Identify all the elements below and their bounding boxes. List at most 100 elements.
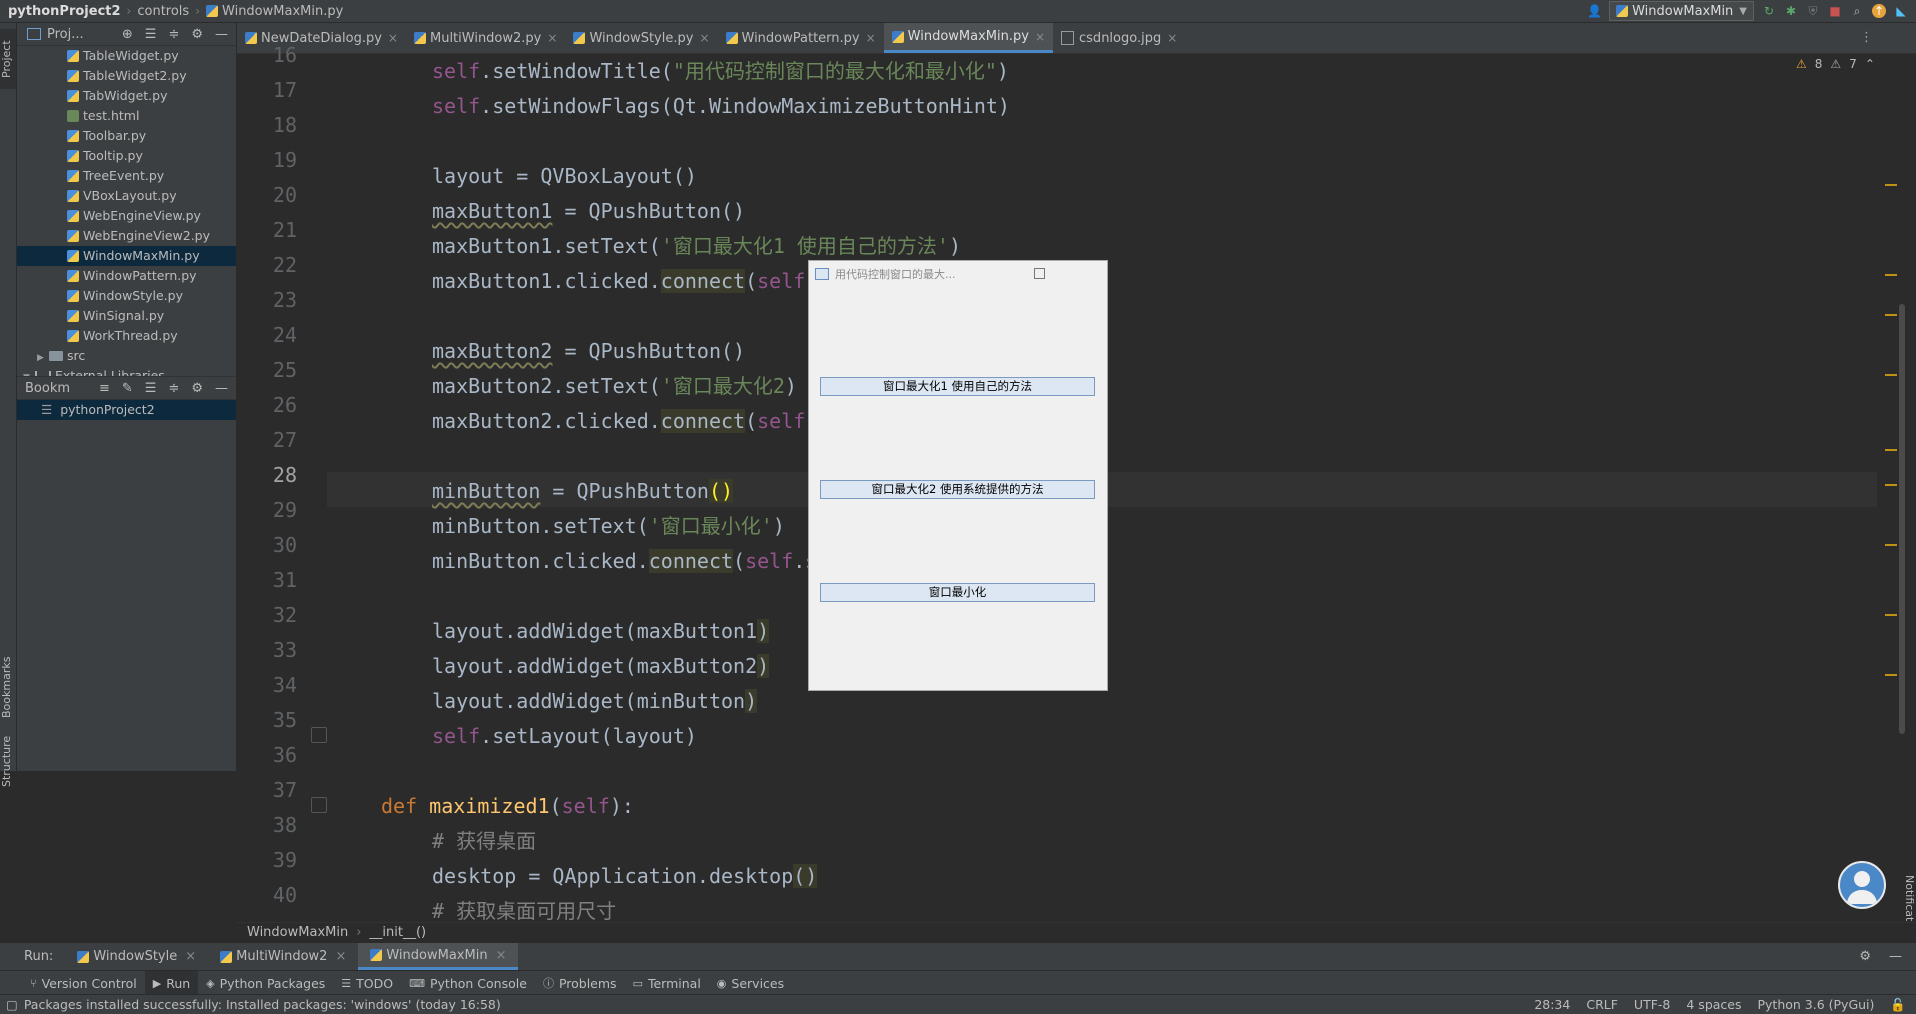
edit-icon[interactable]: ✎: [122, 381, 133, 396]
stripe-mark[interactable]: [1885, 674, 1897, 676]
tree-file-item[interactable]: WinSignal.py: [17, 306, 236, 326]
python-interpreter[interactable]: Python 3.6 (PyGui): [1757, 997, 1874, 1012]
tool-window-terminal[interactable]: ▭ Terminal: [625, 971, 709, 995]
close-icon[interactable]: ×: [496, 948, 507, 963]
coverage-icon[interactable]: ⛨: [1806, 4, 1820, 18]
structure-tool-tab[interactable]: Structure: [0, 731, 16, 791]
run-tab-windowstyle[interactable]: WindowStyle ×: [65, 943, 208, 970]
run-config-dropdown[interactable]: WindowMaxMin ▼: [1609, 1, 1754, 21]
tree-file-item[interactable]: test.html: [17, 106, 236, 126]
tool-window-services[interactable]: ◉ Services: [709, 971, 792, 995]
run-tab-multiwindow2[interactable]: MultiWindow2 ×: [208, 943, 358, 970]
tool-window-todo[interactable]: ☰ TODO: [333, 971, 401, 995]
nav-folder[interactable]: controls: [137, 4, 189, 19]
nav-project[interactable]: pythonProject2: [8, 4, 121, 19]
project-panel-title[interactable]: Proj...: [47, 27, 84, 42]
caret-position[interactable]: 28:34: [1534, 997, 1570, 1012]
search-icon[interactable]: ⌕: [1850, 4, 1864, 18]
minimize-button[interactable]: 窗口最小化: [820, 583, 1095, 602]
qt-window-titlebar[interactable]: 用代码控制窗口的最大...: [809, 261, 1107, 287]
expand-all-icon[interactable]: ☰: [145, 27, 157, 42]
tree-file-item[interactable]: TableWidget.py: [17, 46, 236, 66]
editor-tab[interactable]: NewDateDialog.py ×: [237, 23, 406, 53]
maximize-own-button[interactable]: 窗口最大化1 使用自己的方法: [820, 377, 1095, 396]
close-icon[interactable]: ×: [335, 949, 346, 964]
editor-tab[interactable]: WindowStyle.py ×: [565, 23, 717, 53]
gear-icon[interactable]: ⚙: [191, 381, 203, 396]
stripe-mark[interactable]: [1885, 184, 1897, 186]
tree-file-item[interactable]: WorkThread.py: [17, 326, 236, 346]
file-encoding[interactable]: UTF-8: [1634, 997, 1670, 1012]
close-icon[interactable]: ×: [866, 31, 876, 45]
gear-icon[interactable]: ⚙: [191, 27, 203, 42]
avatar[interactable]: [1838, 861, 1886, 909]
stripe-mark[interactable]: [1885, 614, 1897, 616]
close-icon[interactable]: ×: [547, 31, 557, 45]
editor-tab[interactable]: MultiWindow2.py ×: [406, 23, 565, 53]
locate-icon[interactable]: ⊕: [122, 27, 133, 42]
editor-tab[interactable]: WindowPattern.py ×: [718, 23, 884, 53]
update-icon[interactable]: ↑: [1872, 4, 1886, 18]
stripe-mark[interactable]: [1885, 484, 1897, 486]
lock-icon[interactable]: 🔓: [1890, 997, 1906, 1013]
stripe-mark[interactable]: [1885, 314, 1897, 316]
close-icon[interactable]: ×: [1035, 30, 1045, 44]
stripe-mark[interactable]: [1885, 374, 1897, 376]
project-tool-tab[interactable]: Project: [0, 29, 16, 89]
close-icon[interactable]: ×: [699, 31, 709, 45]
user-icon[interactable]: 👤: [1587, 4, 1602, 18]
stripe-mark[interactable]: [1885, 544, 1897, 546]
hide-icon[interactable]: —: [215, 27, 228, 42]
breadcrumb-method[interactable]: __init__(): [369, 925, 426, 940]
stripe-mark[interactable]: [1885, 274, 1897, 276]
chevron-up-icon[interactable]: ⌃: [1865, 57, 1875, 71]
debug-icon[interactable]: ✱: [1784, 4, 1798, 18]
maximize-system-button[interactable]: 窗口最大化2 使用系统提供的方法: [820, 480, 1095, 499]
hide-icon[interactable]: —: [215, 381, 228, 396]
maximize-icon[interactable]: [1034, 268, 1045, 279]
tool-window-run[interactable]: ▶ Run: [144, 971, 199, 995]
more-tabs-icon[interactable]: ⋮: [1860, 30, 1873, 45]
run-tab-windowmaxmin[interactable]: WindowMaxMin ×: [358, 943, 519, 970]
tool-window-branch[interactable]: ⑂ Version Control: [22, 971, 145, 995]
tool-window-console[interactable]: ⌨ Python Console: [401, 971, 535, 995]
status-panel-icon[interactable]: ▢: [0, 997, 18, 1012]
tree-file-item[interactable]: WindowPattern.py: [17, 266, 236, 286]
error-stripe[interactable]: [1877, 54, 1916, 922]
line-separator[interactable]: CRLF: [1586, 997, 1618, 1012]
plugin-logo-icon[interactable]: ◣: [1894, 4, 1908, 18]
bookmark-list-item[interactable]: ☰ pythonProject2: [17, 400, 236, 420]
tree-file-item[interactable]: TreeEvent.py: [17, 166, 236, 186]
collapse-all-icon[interactable]: ≑: [168, 27, 179, 42]
tree-file-item[interactable]: WindowStyle.py: [17, 286, 236, 306]
close-icon[interactable]: ×: [388, 31, 398, 45]
nav-file[interactable]: WindowMaxMin.py: [222, 4, 343, 19]
expand-all-icon[interactable]: ☰: [145, 381, 157, 396]
tree-external-libraries[interactable]: ▼ External Libraries: [17, 366, 236, 376]
editor-tab[interactable]: WindowMaxMin.py ×: [883, 23, 1054, 53]
fold-marker-icon[interactable]: [311, 797, 327, 813]
status-message[interactable]: Packages installed successfully: Install…: [24, 997, 501, 1012]
bookmarks-tool-tab[interactable]: Bookmarks: [0, 651, 16, 723]
close-icon[interactable]: ×: [185, 949, 196, 964]
rerun-icon[interactable]: ↻: [1762, 4, 1776, 18]
tree-file-item[interactable]: TableWidget2.py: [17, 66, 236, 86]
tree-file-item[interactable]: WebEngineView.py: [17, 206, 236, 226]
breadcrumb-class[interactable]: WindowMaxMin: [247, 925, 348, 940]
tree-file-item[interactable]: Toolbar.py: [17, 126, 236, 146]
fold-marker-icon[interactable]: [311, 727, 327, 743]
indent-setting[interactable]: 4 spaces: [1686, 997, 1741, 1012]
gear-icon[interactable]: ⚙: [1859, 949, 1871, 964]
editor-tab[interactable]: csdnlogo.jpg ×: [1053, 23, 1185, 53]
stripe-mark[interactable]: [1885, 449, 1897, 451]
chevron-right-icon[interactable]: ▶: [37, 348, 49, 366]
tree-file-item[interactable]: WindowMaxMin.py: [17, 246, 236, 266]
stop-icon[interactable]: ■: [1828, 4, 1842, 18]
editor-scrollbar[interactable]: [1899, 304, 1905, 734]
bookmarks-panel-title[interactable]: Bookm: [17, 381, 70, 396]
chevron-down-icon[interactable]: ▼: [23, 368, 35, 376]
tree-file-item[interactable]: TabWidget.py: [17, 86, 236, 106]
tree-file-item[interactable]: VBoxLayout.py: [17, 186, 236, 206]
tool-window-problems[interactable]: ⓘ Problems: [535, 971, 625, 995]
hide-icon[interactable]: —: [1889, 949, 1902, 964]
